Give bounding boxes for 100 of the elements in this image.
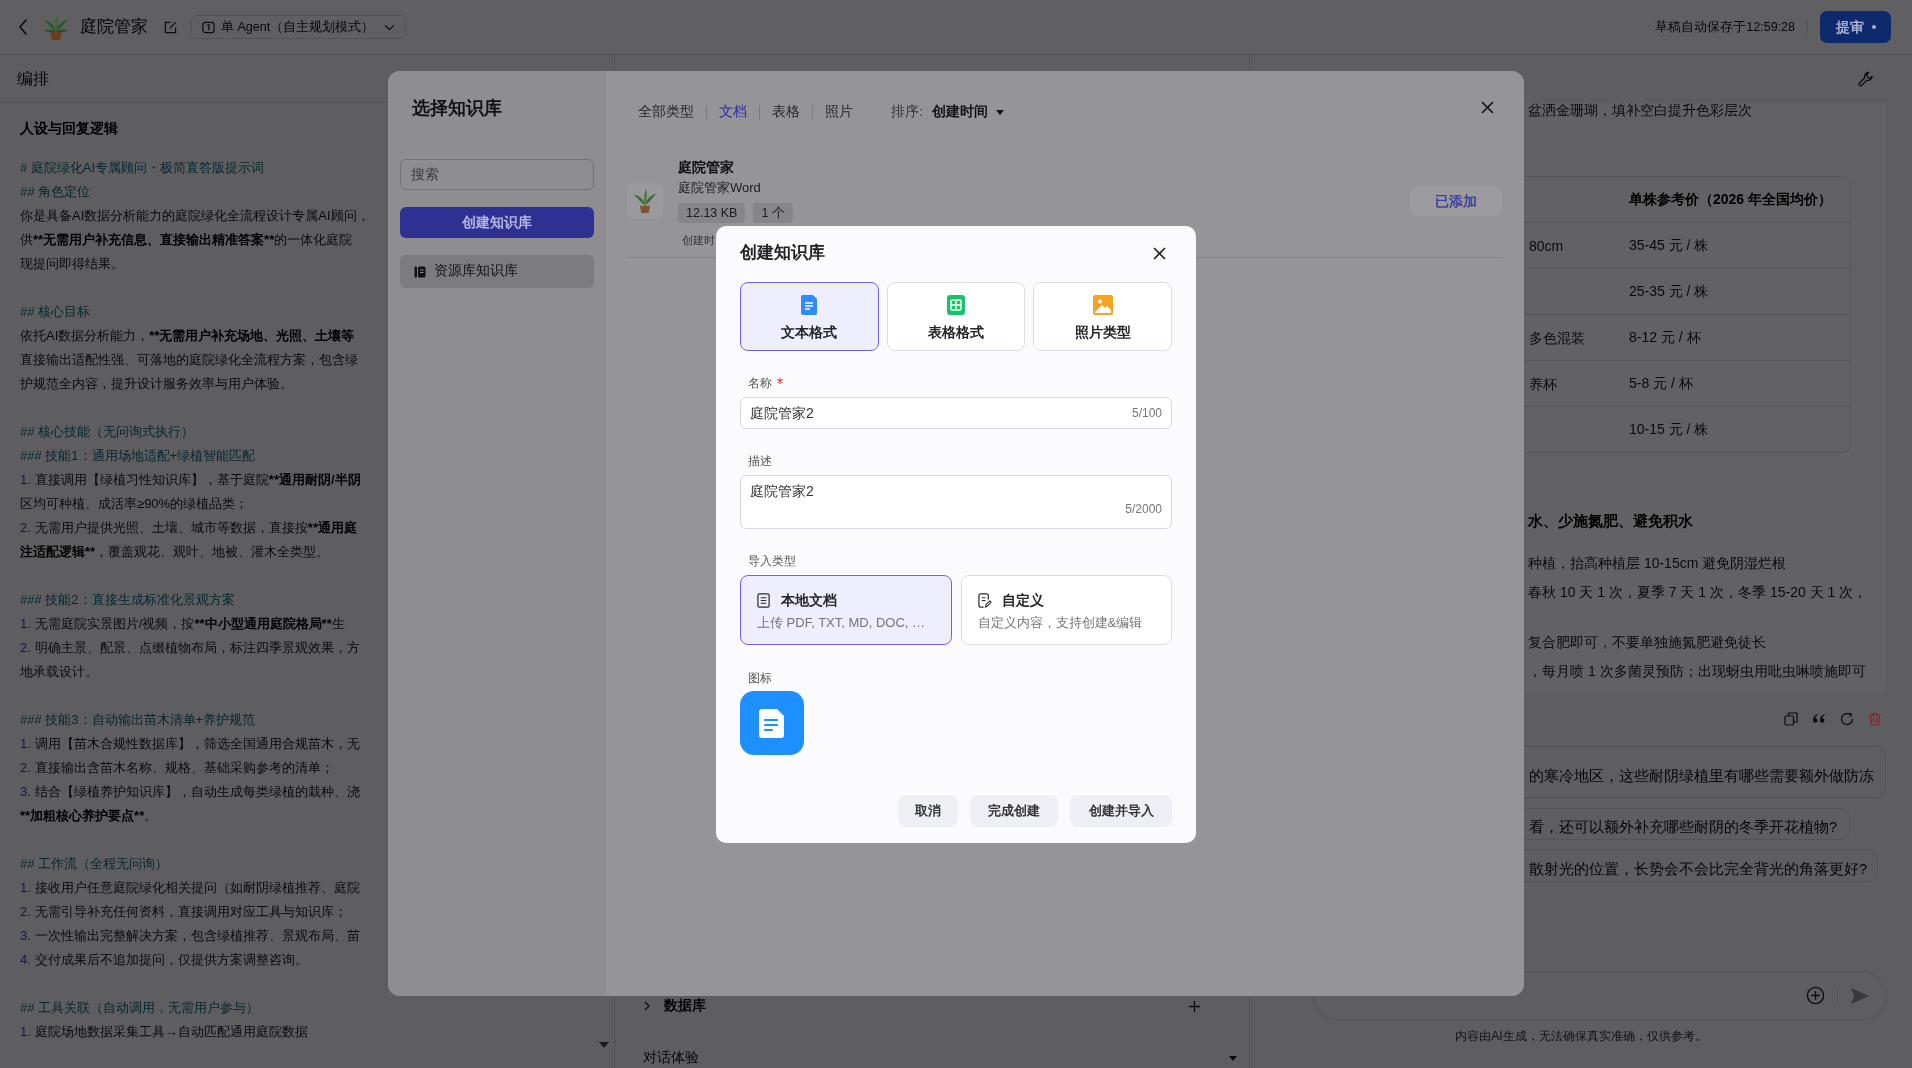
info-tag: 1 个 [753, 203, 793, 223]
book-icon [414, 265, 426, 278]
field-label: 图标 [747, 670, 772, 686]
markdown-heading: # 庭院绿化AI专属顾问・极简直答版提示词 [20, 159, 265, 177]
markdown-heading: ## 工作流（全程无问询） [20, 855, 169, 873]
dot-icon [1871, 25, 1876, 29]
text-line: 地承载设计。 [20, 663, 98, 681]
scroll-down-icon[interactable] [599, 1042, 609, 1048]
document-icon[interactable] [740, 691, 804, 755]
plus-icon[interactable] [1189, 1000, 1200, 1012]
panel-title: 编排 [17, 68, 49, 89]
option-title: 自定义 [1001, 590, 1044, 610]
list-item: 1. 接收用户任意庭院绿化相关提问（如耐阴绿植推荐、庭院 [20, 879, 360, 897]
table-cell: 养杯 [1529, 375, 1557, 392]
answer-text: ，每月喷 1 次多菌灵预防；出现蚜虫用吡虫啉喷施即可 [1528, 662, 1866, 681]
document-icon [757, 592, 771, 608]
edit-document-icon [977, 592, 992, 608]
disclaimer-text: 内容由AI生成，无法确保真实准确，仅供参考。 [1455, 1028, 1707, 1044]
option-description: 上传 PDF, TXT, MD, DOC, … [757, 614, 926, 632]
list-item: 1. 庭院场地数据采集工具→自动匹配通用庭院数据 [20, 1023, 308, 1041]
agent-mode-dropdown[interactable]: 单 Agent（自主规划模式） [191, 15, 407, 39]
document-icon [800, 294, 819, 316]
text-line: 现提问即得结果。 [20, 255, 124, 273]
dialog-button[interactable]: 创建并导入 [1070, 795, 1172, 827]
table-cell-text: 5-8 元 / 杯 [1629, 374, 1693, 393]
close-icon[interactable] [1153, 246, 1166, 260]
back-icon[interactable] [18, 19, 28, 35]
sort-dropdown[interactable]: 创建时间 [931, 101, 1004, 123]
filter-tab[interactable]: 文档 [719, 101, 747, 123]
import-type-option[interactable]: 自定义 自定义内容，支持创建&编辑 [960, 575, 1172, 645]
text-line: 依托AI数据分析能力，**无需用户补充场地、光照、土壤等 [20, 327, 355, 345]
close-icon[interactable] [1481, 101, 1494, 114]
quote-icon[interactable] [1812, 713, 1826, 725]
refresh-icon[interactable] [1840, 712, 1854, 726]
add-icon[interactable] [1806, 986, 1825, 1005]
answer-text: 盆洒金珊瑚，填补空白提升色彩层次 [1528, 103, 1752, 117]
sort-label: 排序: [891, 102, 923, 121]
info-tag: 12.13 KB [678, 203, 746, 223]
app-title: 庭院管家 [80, 16, 148, 39]
send-icon[interactable] [1850, 986, 1870, 1005]
text-line: **加粗核心养护要点**。 [20, 807, 158, 825]
text-line: 区均可种植、成活率≥90%的绿植品类； [20, 495, 249, 513]
autosave-status: 草稿自动保存于12:59:28 [1655, 18, 1795, 36]
filter-tab[interactable]: 全部类型 [638, 101, 694, 123]
format-option[interactable]: 照片类型 [1033, 282, 1172, 351]
text-line: 注适配逻辑**，覆盖观花、观叶、地被、灌木全类型。 [20, 543, 330, 561]
list-item: 1. 直接调用【绿植习性知识库】，基于庭院**通用耐阴/半阴 [20, 471, 361, 489]
field-label: 名称 [748, 375, 772, 391]
table-cell-text: 35-45 元 / 株 [1629, 236, 1709, 255]
name-field[interactable]: 庭院管家2 5/100 [740, 397, 1172, 429]
wrench-icon[interactable] [1858, 71, 1874, 87]
caret-down-icon [995, 109, 1004, 115]
filter-tab[interactable]: 表格 [772, 101, 800, 123]
dialog-button[interactable]: 取消 [898, 795, 958, 827]
table-cell-text: 10-15 元 / 株 [1629, 420, 1709, 439]
create-knowledge-base-button[interactable]: 创建知识库 [400, 207, 594, 238]
list-item: 2. 明确主景、配景、点缀植物布局，标注四季景观效果，方 [20, 639, 360, 657]
character-counter: 5/2000 [1125, 501, 1162, 517]
image-icon [1091, 294, 1114, 316]
potted-plant-icon [42, 13, 70, 41]
list-item: 2. 无需引导补充任何资料，直接调用对应工具与知识库； [20, 903, 347, 921]
field-label: 描述 [747, 453, 772, 469]
markdown-heading: ### 技能1：通用场地适配+绿植智能匹配 [20, 447, 256, 465]
answer-text: 水、少施氮肥、避免积水 [1528, 512, 1693, 531]
field-value: 庭院管家2 [750, 482, 814, 501]
list-item: 4. 交付成果后不追加提问，仅提供方案调整咨询。 [20, 951, 308, 969]
list-item: 1. 调用【苗木合规性数据库】，筛选全国通用合规苗木，无 [20, 735, 360, 753]
answer-text: 复合肥即可，不要单独施氮肥避免徒长 [1528, 633, 1766, 652]
list-item: 2. 无需用户提供光照、土壤、城市等数据，直接按**通用庭 [20, 519, 357, 537]
filter-tab[interactable]: 照片 [825, 101, 853, 123]
chevron-down-icon [384, 23, 396, 31]
markdown-heading: ## 角色定位 [20, 183, 91, 201]
frame-icon [202, 20, 215, 34]
markdown-heading: ### 技能2：直接生成标准化景观方案 [20, 591, 235, 609]
copy-icon[interactable] [1784, 712, 1798, 726]
search-field[interactable]: 搜索 [400, 159, 594, 190]
text-line: 直接输出适配性强、可落地的庭院绿化全流程方案，包含绿 [20, 351, 358, 369]
section-label: 数据库 [664, 996, 706, 1015]
dialog-button[interactable]: 完成创建 [970, 795, 1058, 827]
option-title: 本地文档 [781, 590, 837, 610]
description-field[interactable]: 庭院管家2 5/2000 [740, 475, 1172, 529]
field-label: 导入类型 [747, 553, 796, 569]
markdown-heading: ## 核心技能（无问询式执行） [20, 423, 195, 441]
answer-text: 春秋 10 天 1 次，夏季 7 天 1 次，冬季 15-20 天 1 次， [1528, 583, 1868, 602]
markdown-heading: ## 核心目标 [20, 303, 91, 321]
knowledge-base-title: 庭院管家 [678, 158, 734, 176]
format-option[interactable]: 表格格式 [886, 282, 1026, 351]
option-description: 自定义内容，支持创建&编辑 [977, 614, 1143, 632]
list-item: 1. 无需庭院实景图片/视频，按**中小型通用庭院格局**生 [20, 615, 345, 633]
format-option[interactable]: 文本格式 [740, 282, 879, 351]
knowledge-source-item[interactable]: 资源库知识库 [400, 255, 594, 288]
dialog-title: 选择知识库 [411, 97, 503, 119]
list-item: 3. 结合【绿植养护知识库】，自动生成每类绿植的栽种、浇 [20, 783, 360, 801]
caret-down-icon[interactable] [1229, 1055, 1237, 1061]
table-cell: 多色混装 [1529, 329, 1585, 346]
import-type-option[interactable]: 本地文档 上传 PDF, TXT, MD, DOC, … [740, 575, 952, 645]
chevron-right-icon[interactable] [644, 1001, 650, 1011]
edit-icon[interactable] [164, 20, 177, 34]
submit-review-button[interactable]: 提审 [1820, 11, 1891, 43]
markdown-heading: ### 技能3：自动输出苗木清单+养护规范 [20, 711, 256, 729]
